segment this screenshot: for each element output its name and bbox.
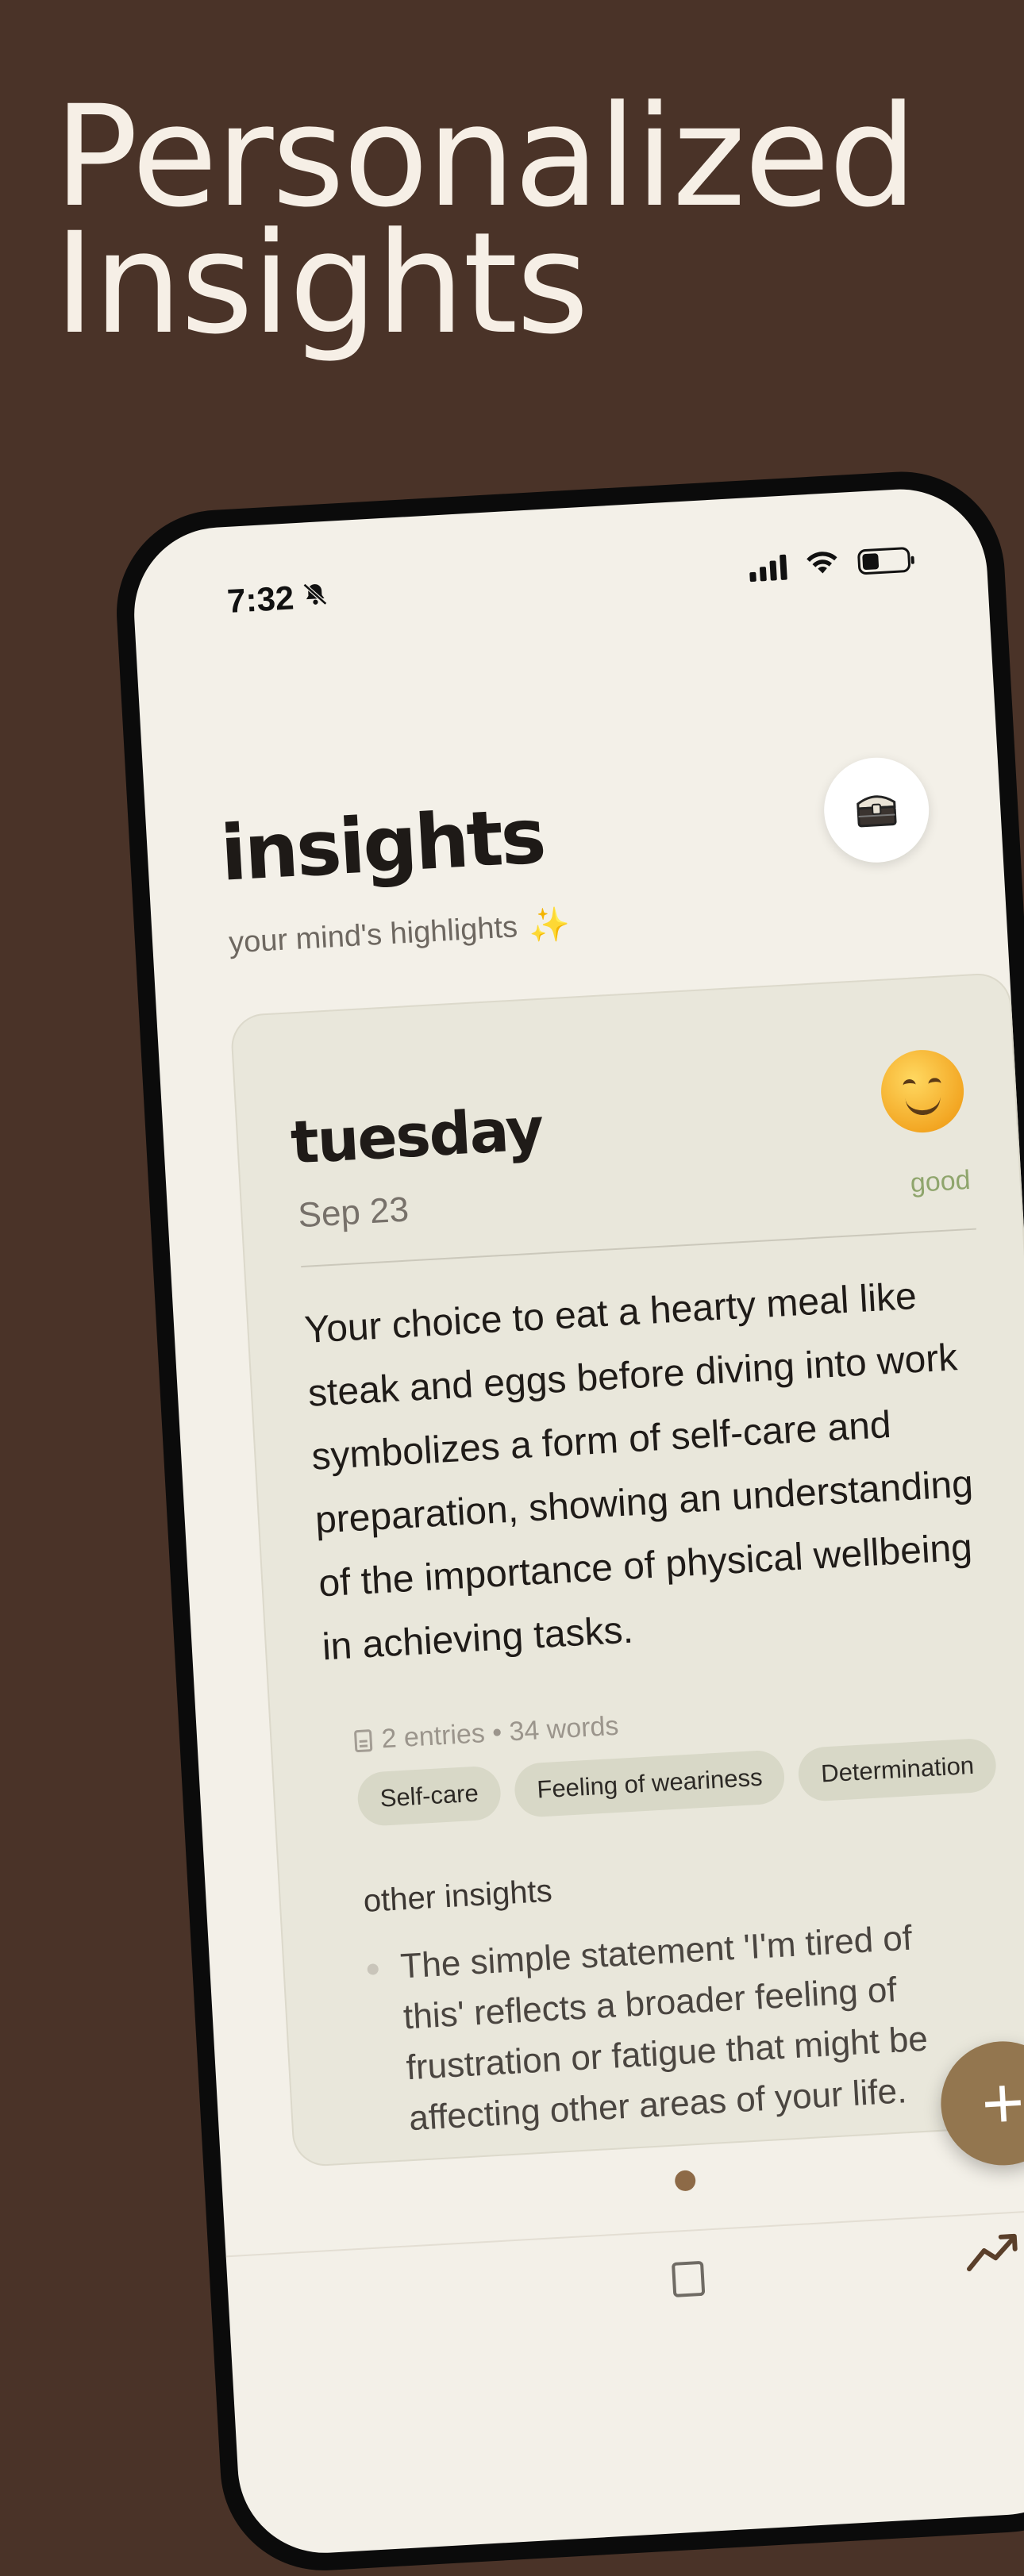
wifi-icon — [803, 547, 841, 582]
tag-chip[interactable]: Feeling of weariness — [513, 1749, 787, 1819]
insight-card[interactable]: tuesday Sep 23 good Your choice to eat a… — [229, 971, 1024, 2168]
status-time: 7:32 — [225, 579, 295, 620]
entry-meta-text: 2 entries • 34 words — [380, 1710, 620, 1755]
sparkles-icon: ✨ — [527, 905, 572, 945]
treasure-chest-icon — [853, 787, 901, 833]
tab-bar-divider — [225, 2208, 1024, 2258]
document-icon — [353, 1728, 373, 1752]
bullet-icon — [367, 1963, 379, 1975]
bell-slash-icon — [301, 577, 330, 617]
insight-date: Sep 23 — [297, 1190, 410, 1236]
entry-meta: 2 entries • 34 words — [353, 1710, 620, 1757]
phone-frame: 7:32 insights your mind's highlights ✨ t… — [111, 466, 1024, 2576]
headline-line-2: Insights — [54, 202, 589, 365]
insight-day: tuesday — [289, 1094, 545, 1178]
entries-tab-icon[interactable] — [671, 2260, 706, 2297]
status-bar-left: 7:32 — [226, 577, 330, 621]
battery-icon — [857, 546, 911, 575]
other-insight-text: The simple statement 'I'm tired of this'… — [399, 1918, 930, 2139]
tag-chip[interactable]: Self-care — [356, 1765, 502, 1828]
page-indicator-dot[interactable] — [674, 2170, 696, 2192]
tag-chip[interactable]: Determination — [797, 1737, 998, 1803]
smiling-face-icon — [879, 1048, 966, 1135]
card-divider — [301, 1228, 976, 1268]
page-subtitle: your mind's highlights ✨ — [228, 905, 572, 963]
other-insights-heading: other insights — [362, 1873, 553, 1919]
signal-icon — [749, 552, 787, 582]
mood-label: good — [909, 1164, 972, 1199]
marketing-headline: Personalized Insights — [54, 75, 917, 365]
other-insight-item: The simple statement 'I'm tired of this'… — [366, 1909, 980, 2146]
status-bar-right — [749, 543, 911, 584]
trend-chart-tab-icon[interactable] — [964, 2231, 1022, 2278]
headline-line-1: Personalized — [54, 75, 917, 238]
page-title: insights — [218, 791, 546, 898]
phone-screen: 7:32 insights your mind's highlights ✨ t… — [129, 484, 1024, 2558]
subtitle-text: your mind's highlights — [228, 910, 519, 960]
journal-chest-button[interactable] — [821, 755, 932, 866]
plus-icon: + — [979, 2061, 1024, 2145]
insight-text: Your choice to eat a hearty meal like st… — [303, 1275, 975, 1669]
